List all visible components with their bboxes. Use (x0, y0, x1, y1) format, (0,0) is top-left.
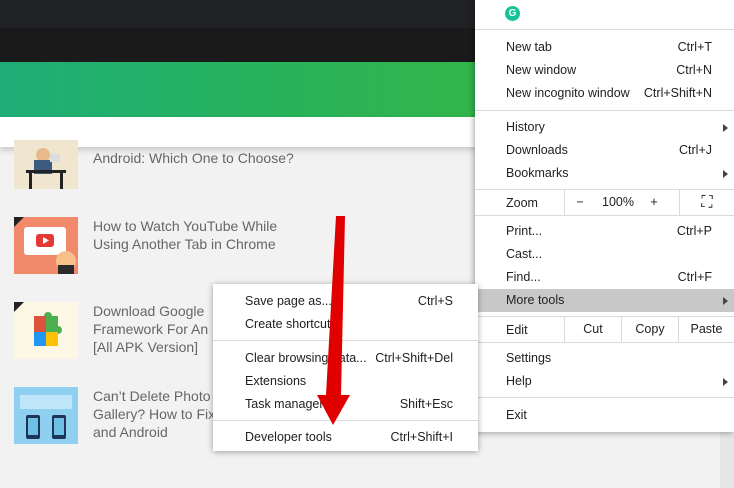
menu-item-shortcut: Ctrl+Shift+Del (375, 351, 453, 365)
menu-separator (475, 29, 734, 30)
menu-item-label: New incognito window (506, 86, 630, 100)
phone-gallery-illustration (20, 395, 72, 439)
menu-item-shortcut: Ctrl+F (677, 270, 712, 284)
menu-item-shortcut: Shift+Esc (399, 397, 453, 411)
menu-item-label: Downloads (506, 143, 568, 157)
menu-item-label: New tab (506, 40, 552, 54)
menu-separator (213, 420, 478, 421)
menu-item-find[interactable]: Find... Ctrl+F (475, 266, 734, 289)
menu-item-label: Task manager (245, 397, 324, 411)
site-banner (0, 62, 478, 117)
submenu-arrow-icon (723, 170, 728, 178)
menu-item-label: Create shortcut... (245, 317, 341, 331)
submenu-item-task-manager[interactable]: Task manager Shift+Esc (213, 393, 478, 416)
submenu-item-extensions[interactable]: Extensions (213, 370, 478, 393)
menu-item-shortcut: Ctrl+Shift+N (643, 86, 712, 100)
menu-item-cast[interactable]: Cast... (475, 243, 734, 266)
menu-item-label: New window (506, 63, 577, 77)
submenu-item-create-shortcut[interactable]: Create shortcut... (213, 313, 478, 336)
submenu-arrow-icon (723, 378, 728, 386)
zoom-level-value: 100% (602, 195, 634, 209)
menu-item-history[interactable]: History (475, 116, 734, 139)
menu-separator (475, 397, 734, 398)
menu-item-downloads[interactable]: Downloads Ctrl+J (475, 139, 734, 162)
menu-item-exit[interactable]: Exit (475, 404, 734, 427)
menu-item-shortcut: Ctrl+J (679, 143, 712, 157)
menu-item-shortcut: Ctrl+S (417, 294, 453, 308)
article-title[interactable]: Android: Which One to Choose? (93, 149, 323, 167)
menu-item-label: Settings (506, 351, 552, 365)
menu-item-label: History (506, 120, 545, 134)
submenu-item-clear-browsing-data[interactable]: Clear browsing data... Ctrl+Shift+Del (213, 347, 478, 370)
menu-item-settings[interactable]: Settings (475, 347, 734, 370)
menu-item-shortcut: Ctrl+Shift+I (390, 430, 453, 444)
menu-item-new-incognito[interactable]: New incognito window Ctrl+Shift+N (475, 82, 734, 105)
menu-item-label: More tools (506, 293, 565, 307)
zoom-label: Zoom (506, 196, 538, 210)
menu-item-label: Developer tools (245, 430, 332, 444)
menu-item-new-window[interactable]: New window Ctrl+N (475, 59, 734, 82)
menu-item-label: Clear browsing data... (245, 351, 367, 365)
menu-item-shortcut: Ctrl+P (676, 224, 712, 238)
menu-zoom-row: Zoom − 100% + ⛶ (475, 190, 734, 215)
menu-separator (475, 215, 734, 216)
chrome-main-menu: G New tab Ctrl+T New window Ctrl+N New i… (475, 0, 734, 432)
thumbnail-corner-mark (14, 302, 24, 312)
menu-item-label: Exit (506, 408, 527, 422)
menu-separator (475, 342, 734, 343)
menu-separator (213, 340, 478, 341)
thumbnail-corner-mark (14, 217, 24, 227)
menu-item-print[interactable]: Print... Ctrl+P (475, 220, 734, 243)
submenu-item-developer-tools[interactable]: Developer tools Ctrl+Shift+I (213, 426, 478, 449)
menu-item-help[interactable]: Help (475, 370, 734, 393)
menu-item-label: Help (506, 374, 532, 388)
copy-button[interactable]: Copy (621, 317, 678, 342)
more-tools-submenu: Save page as... Ctrl+S Create shortcut..… (213, 284, 478, 451)
zoom-in-button[interactable]: + (641, 190, 667, 215)
menu-item-more-tools[interactable]: More tools (475, 289, 734, 312)
submenu-arrow-icon (723, 297, 728, 305)
menu-item-shortcut: Ctrl+N (676, 63, 712, 77)
person-at-desk-illustration (26, 148, 66, 189)
menu-edit-row: Edit Cut Copy Paste (475, 317, 734, 342)
cut-button[interactable]: Cut (564, 317, 621, 342)
menu-item-new-tab[interactable]: New tab Ctrl+T (475, 36, 734, 59)
article-title-line[interactable]: Android: Which One to Choose? (93, 149, 323, 167)
submenu-arrow-icon (723, 124, 728, 132)
article-thumbnail[interactable] (14, 387, 78, 444)
menu-item-label: Extensions (245, 374, 307, 388)
menu-item-label: Print... (506, 224, 543, 238)
menu-item-shortcut: Ctrl+T (677, 40, 712, 54)
article-title-line[interactable]: Using Another Tab in Chrome (93, 235, 323, 253)
menu-item-bookmarks[interactable]: Bookmarks (475, 162, 734, 185)
paste-button[interactable]: Paste (678, 317, 734, 342)
menu-item-label: Find... (506, 270, 541, 284)
submenu-item-save-page[interactable]: Save page as... Ctrl+S (213, 290, 478, 313)
menu-item-label: Cast... (506, 247, 543, 261)
article-title-line[interactable]: How to Watch YouTube While (93, 217, 323, 235)
edit-label: Edit (506, 323, 528, 337)
article-title[interactable]: How to Watch YouTube While Using Another… (93, 217, 323, 253)
menu-item-label: Save page as... (245, 294, 332, 308)
menu-separator (475, 110, 734, 111)
menu-item-label: Bookmarks (506, 166, 569, 180)
article-thumbnail[interactable] (14, 217, 78, 274)
article-thumbnail[interactable] (14, 140, 78, 189)
fullscreen-icon[interactable]: ⛶ (679, 190, 734, 215)
zoom-out-button[interactable]: − (564, 190, 595, 215)
grammarly-icon[interactable]: G (505, 6, 520, 21)
article-thumbnail[interactable] (14, 302, 78, 359)
